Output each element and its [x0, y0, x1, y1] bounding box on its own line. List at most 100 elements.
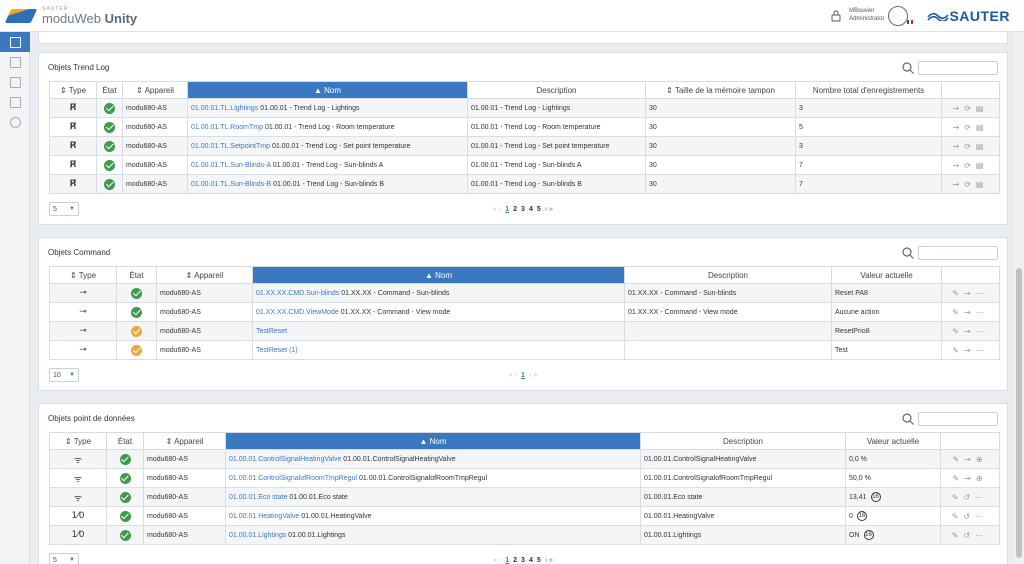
object-address-link[interactable]: 01.00.01.ControlSignalHeatingValve: [229, 456, 341, 463]
table-row[interactable]: 1⁄0 modu680-AS 01.00.01.Lightings 01.00.01…: [49, 525, 1000, 545]
chart-icon[interactable]: ⟳: [964, 142, 976, 151]
edit-icon[interactable]: ✎: [952, 531, 964, 540]
edit-icon[interactable]: ✎: [952, 474, 964, 483]
arrow-right-icon[interactable]: →: [964, 289, 976, 298]
page-link[interactable]: 4: [529, 557, 533, 564]
export-icon[interactable]: ▤: [976, 180, 989, 189]
last-page-button[interactable]: »: [549, 206, 553, 213]
edit-icon[interactable]: ✎: [952, 308, 964, 317]
edit-icon[interactable]: ✎: [952, 512, 964, 521]
page-link[interactable]: 3: [521, 206, 525, 213]
more-icon[interactable]: ⋯: [976, 308, 989, 317]
table-row[interactable]: 𝐑̸ modu680-AS 01.00.01.TL.RoomTmp 01.00.01…: [49, 117, 1000, 137]
column-type[interactable]: ⇕ Type: [49, 81, 97, 99]
prev-page-button[interactable]: ‹: [515, 372, 517, 379]
table-row[interactable]: ⊸ modu680-AS 01.XX.XX.CMD.ViewMode 01.XX.X…: [49, 302, 1000, 322]
first-page-button[interactable]: «: [509, 372, 513, 379]
object-address-link[interactable]: 01.00.01.TL.Lightings: [191, 105, 258, 112]
chart-icon[interactable]: ⟳: [964, 123, 976, 132]
export-icon[interactable]: ▤: [976, 161, 989, 170]
table-row[interactable]: ⊸ modu680-AS TestReset (1) Test ✎→⋯: [49, 340, 1000, 360]
table-row[interactable]: 𝐑̸ modu680-AS 01.00.01.TL.Sun-Blinds-A 01.…: [49, 155, 1000, 175]
next-page-button[interactable]: ›: [545, 557, 547, 564]
column-name[interactable]: ▲ Nom: [187, 81, 468, 99]
more-icon[interactable]: ⋯: [975, 531, 988, 540]
search-icon[interactable]: [902, 413, 914, 425]
prev-page-button[interactable]: ‹: [499, 206, 501, 213]
chart-icon[interactable]: ⟳: [964, 161, 976, 170]
table-row[interactable]: 𝐑̸ modu680-AS 01.00.01.TL.SetpointTmp 01.0…: [49, 136, 1000, 156]
table-row[interactable]: ⊸ modu680-AS 01.XX.XX.CMD.Sun-blinds 01.XX…: [49, 283, 1000, 303]
table-row[interactable]: ⊸ modu680-AS TestReset ResetPrio8 ✎→⋯: [49, 321, 1000, 341]
column-type[interactable]: ⇕ Type: [49, 432, 107, 450]
lock-icon[interactable]: [831, 10, 841, 22]
chart-icon[interactable]: ⟳: [964, 180, 976, 189]
object-address-link[interactable]: 01.00.01.Lightings: [229, 532, 286, 539]
export-icon[interactable]: ▤: [976, 142, 989, 151]
prev-page-button[interactable]: ‹: [499, 557, 501, 564]
arrow-right-icon[interactable]: →: [964, 327, 976, 336]
nav-objects[interactable]: [0, 32, 30, 52]
avatar[interactable]: [888, 5, 909, 26]
undo-icon[interactable]: ↺: [964, 512, 976, 521]
export-icon[interactable]: ▤: [976, 123, 989, 132]
page-scrollbar[interactable]: [1014, 32, 1024, 564]
arrow-right-icon[interactable]: →: [953, 180, 965, 189]
arrow-right-icon[interactable]: →: [964, 346, 976, 355]
column-name[interactable]: ▲ Nom: [252, 266, 625, 284]
last-page-button[interactable]: »: [549, 557, 553, 564]
page-link[interactable]: 5: [537, 557, 541, 564]
table-row[interactable]: 1⁄0 modu680-AS 01.00.01.HeatingValve 01.00…: [49, 506, 1000, 526]
first-page-button[interactable]: «: [493, 557, 497, 564]
undo-icon[interactable]: ↺: [964, 493, 976, 502]
more-icon[interactable]: ⋯: [976, 327, 989, 336]
edit-icon[interactable]: ✎: [952, 346, 964, 355]
column-device[interactable]: ⇕ Appareil: [122, 81, 188, 99]
add-icon[interactable]: ⊕: [976, 455, 988, 464]
page-link[interactable]: 2: [513, 206, 517, 213]
object-address-link[interactable]: 01.00.01.TL.Sun-Blinds-B: [191, 181, 271, 188]
more-icon[interactable]: ⋯: [975, 512, 988, 521]
arrow-right-icon[interactable]: →: [964, 308, 976, 317]
object-address-link[interactable]: 01.00.01.TL.SetpointTmp: [191, 143, 270, 150]
nav-devices[interactable]: [0, 52, 30, 72]
page-link[interactable]: 4: [529, 206, 533, 213]
page-link[interactable]: 1: [505, 206, 509, 213]
flag-fr-icon[interactable]: [907, 19, 914, 24]
table-row[interactable]: ᯤ modu680-AS 01.00.01.ControlSignalofRoomT…: [49, 468, 1000, 488]
object-address-link[interactable]: TestReset (1): [256, 347, 298, 354]
nav-network[interactable]: [0, 72, 30, 92]
object-address-link[interactable]: 01.00.01.TL.Sun-Blinds-A: [191, 162, 271, 169]
page-link[interactable]: 2: [513, 557, 517, 564]
edit-icon[interactable]: ✎: [952, 327, 964, 336]
table-row[interactable]: 𝐑̸ modu680-AS 01.00.01.TL.Sun-Blinds-B 01.…: [49, 174, 1000, 194]
search-icon[interactable]: [902, 62, 914, 74]
object-address-link[interactable]: 01.XX.XX.CMD.Sun-blinds: [256, 290, 339, 297]
chart-icon[interactable]: ⟳: [964, 104, 976, 113]
object-address-link[interactable]: 01.00.01.ControlSignalofRoomTmpRegul: [229, 475, 357, 482]
page-link[interactable]: 1: [521, 372, 525, 379]
nav-folder[interactable]: [0, 92, 30, 112]
object-address-link[interactable]: 01.00.01.TL.RoomTmp: [191, 124, 263, 131]
more-icon[interactable]: ⋯: [976, 289, 989, 298]
column-device[interactable]: ⇕ Appareil: [143, 432, 226, 450]
column-device[interactable]: ⇕ Appareil: [156, 266, 253, 284]
page-link[interactable]: 3: [521, 557, 525, 564]
table-row[interactable]: ᯤ modu680-AS 01.00.01.ControlSignalHeating…: [49, 449, 1000, 469]
column-buffer-size[interactable]: ⇕ Taille de la mémoire tampon: [645, 81, 796, 99]
search-input[interactable]: [918, 412, 998, 426]
page-link[interactable]: 5: [537, 206, 541, 213]
search-input[interactable]: [918, 61, 998, 75]
edit-icon[interactable]: ✎: [952, 493, 964, 502]
nav-settings[interactable]: [0, 112, 30, 132]
object-address-link[interactable]: 01.00.01.Eco state: [229, 494, 287, 501]
search-icon[interactable]: [902, 247, 914, 259]
scrollbar-thumb[interactable]: [1016, 268, 1022, 558]
arrow-right-icon[interactable]: →: [953, 142, 965, 151]
undo-icon[interactable]: ↺: [964, 531, 976, 540]
table-row[interactable]: ᯤ modu680-AS 01.00.01.Eco state 01.00.01.E…: [49, 487, 1000, 507]
next-page-button[interactable]: ›: [529, 372, 531, 379]
edit-icon[interactable]: ✎: [952, 455, 964, 464]
last-page-button[interactable]: »: [533, 372, 537, 379]
search-input[interactable]: [918, 246, 998, 260]
